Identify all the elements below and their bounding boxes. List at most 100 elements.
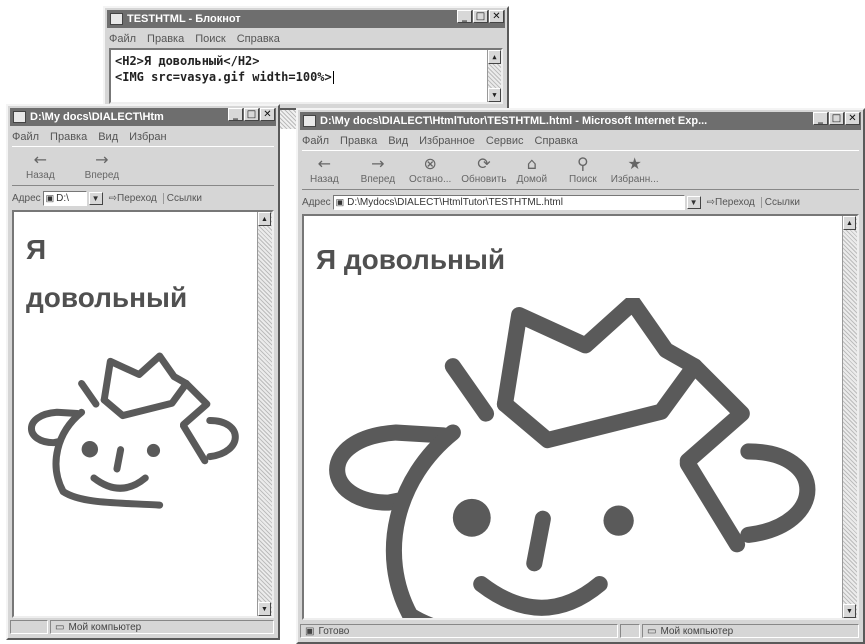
notepad-title: TESTHTML - Блокнот: [127, 13, 241, 25]
home-icon: ⌂: [526, 154, 537, 173]
favorites-button[interactable]: ★ Избранн...: [611, 151, 659, 185]
page-icon: ▣: [335, 196, 345, 207]
search-button[interactable]: ⚲ Поиск: [569, 151, 597, 185]
menu-search[interactable]: Поиск: [195, 33, 225, 45]
notepad-text-area[interactable]: <H2>Я довольный</H2> <IMG src=vasya.gif …: [109, 48, 503, 104]
refresh-icon: ⟳: [477, 154, 491, 173]
links-button[interactable]: Ссылки: [162, 192, 202, 204]
address-dropdown-button[interactable]: ▼: [88, 191, 103, 205]
small-browser-address-bar: Адрес ▣ D:\ ▼ ⇨Переход Ссылки: [12, 188, 274, 208]
address-input[interactable]: ▣ D:\Mydocs\DIALECT\HtmlTutor\TESTHTML.h…: [332, 194, 685, 210]
small-browser-window: D:\My docs\DIALECT\Htm _ □ ✕ Файл Правка…: [6, 104, 280, 640]
go-label: Переход: [117, 192, 157, 204]
go-arrow-icon: ⇨: [108, 192, 118, 204]
address-value: D:\: [56, 192, 69, 204]
scroll-up-arrow[interactable]: ▲: [843, 216, 856, 230]
status-zone-text: Мой компьютер: [68, 621, 142, 633]
status-zone-panel: ▭ Мой компьютер: [642, 624, 859, 638]
forward-button[interactable]: → Вперед: [361, 151, 395, 185]
notepad-window: TESTHTML - Блокнот _ □ ✕ Файл Правка Пои…: [103, 6, 509, 110]
computer-icon: ▭: [55, 621, 65, 633]
small-content-scrollbar[interactable]: ▲ ▼: [257, 212, 272, 616]
vasya-drawing: [28, 352, 239, 509]
text-caret: [332, 71, 334, 84]
large-content-scrollbar[interactable]: ▲ ▼: [842, 216, 857, 618]
small-browser-content: Я довольный ▲ ▼: [12, 210, 274, 618]
refresh-button[interactable]: ⟳ Обновить: [461, 151, 506, 185]
vasya-drawing: [329, 298, 816, 618]
forward-arrow-icon: →: [371, 154, 385, 173]
refresh-label: Обновить: [461, 174, 507, 185]
scroll-up-arrow[interactable]: ▲: [258, 212, 271, 226]
back-button[interactable]: ← Назад: [26, 147, 55, 181]
go-arrow-icon: ⇨: [706, 196, 716, 208]
small-browser-menubar: Файл Правка Вид Избран: [12, 128, 274, 145]
ie-app-icon: [13, 111, 26, 123]
links-button[interactable]: Ссылки: [760, 196, 800, 208]
address-label: Адрес: [12, 192, 41, 204]
large-browser-address-bar: Адрес ▣ D:\Mydocs\DIALECT\HtmlTutor\TEST…: [302, 192, 859, 212]
stop-button[interactable]: ⊗ Остано...: [409, 151, 451, 185]
minimize-button[interactable]: _: [228, 108, 243, 121]
back-button[interactable]: ← Назад: [310, 151, 339, 185]
notepad-line-1: <H2>Я довольный</H2>: [115, 54, 260, 68]
menu-tools[interactable]: Сервис: [486, 135, 524, 147]
menu-edit[interactable]: Правка: [340, 135, 377, 147]
go-button[interactable]: ⇨Переход: [109, 193, 157, 204]
large-browser-title: D:\My docs\DIALECT\HtmlTutor\TESTHTML.ht…: [320, 115, 708, 127]
menu-edit[interactable]: Правка: [147, 33, 184, 45]
search-icon: ⚲: [577, 154, 589, 173]
maximize-button[interactable]: □: [473, 10, 488, 23]
small-browser-toolbar: ← Назад → Вперед: [12, 146, 274, 186]
scroll-up-arrow[interactable]: ▲: [488, 50, 501, 64]
menu-file[interactable]: Файл: [109, 33, 136, 45]
go-button[interactable]: ⇨Переход: [707, 197, 755, 208]
favorites-icon: ★: [627, 154, 642, 173]
menu-view[interactable]: Вид: [388, 135, 408, 147]
stop-label: Остано...: [409, 174, 452, 185]
menu-help[interactable]: Справка: [535, 135, 578, 147]
maximize-button[interactable]: □: [244, 108, 259, 121]
page-done-icon: ▣: [305, 625, 315, 637]
favorites-label: Избранн...: [610, 174, 659, 185]
menu-favorites[interactable]: Избран: [129, 131, 166, 143]
address-dropdown-button[interactable]: ▼: [686, 195, 701, 209]
back-label: Назад: [310, 174, 339, 185]
large-browser-status-bar: ▣ Готово ▭ Мой компьютер: [300, 622, 861, 640]
large-browser-toolbar: ← Назад → Вперед ⊗ Остано... ⟳ Обновить …: [302, 150, 859, 190]
status-empty-panel: [10, 620, 48, 634]
minimize-button[interactable]: _: [457, 10, 472, 23]
maximize-button[interactable]: □: [829, 112, 844, 125]
menu-edit[interactable]: Правка: [50, 131, 87, 143]
status-empty-panel: [620, 624, 640, 638]
large-browser-window: D:\My docs\DIALECT\HtmlTutor\TESTHTML.ht…: [296, 108, 865, 644]
home-label: Домой: [516, 174, 548, 185]
back-arrow-icon: ←: [33, 150, 48, 169]
address-value: D:\Mydocs\DIALECT\HtmlTutor\TESTHTML.htm…: [347, 196, 563, 208]
menu-help[interactable]: Справка: [237, 33, 280, 45]
forward-button[interactable]: → Вперед: [85, 147, 119, 181]
menu-view[interactable]: Вид: [98, 131, 118, 143]
minimize-button[interactable]: _: [813, 112, 828, 125]
page-icon: ▣: [45, 192, 55, 203]
menu-file[interactable]: Файл: [302, 135, 329, 147]
close-button[interactable]: ✕: [489, 10, 504, 23]
scroll-down-arrow[interactable]: ▼: [488, 88, 501, 102]
large-browser-title-bar[interactable]: D:\My docs\DIALECT\HtmlTutor\TESTHTML.ht…: [300, 112, 861, 130]
menu-favorites[interactable]: Избранное: [419, 135, 475, 147]
close-button[interactable]: ✕: [260, 108, 275, 121]
stop-icon: ⊗: [423, 154, 437, 173]
home-button[interactable]: ⌂ Домой: [517, 151, 547, 185]
notepad-title-bar[interactable]: TESTHTML - Блокнот: [107, 10, 505, 28]
menu-file[interactable]: Файл: [12, 131, 39, 143]
scroll-down-arrow[interactable]: ▼: [258, 602, 271, 616]
ie-app-icon: [303, 115, 316, 127]
forward-label: Вперед: [84, 170, 120, 181]
computer-icon: ▭: [647, 625, 657, 637]
close-button[interactable]: ✕: [845, 112, 860, 125]
status-text-panel: ▣ Готово: [300, 624, 618, 638]
scroll-down-arrow[interactable]: ▼: [843, 604, 856, 618]
address-input[interactable]: ▣ D:\: [42, 190, 87, 206]
go-label: Переход: [715, 196, 755, 208]
page-heading: Я довольный: [316, 244, 506, 275]
